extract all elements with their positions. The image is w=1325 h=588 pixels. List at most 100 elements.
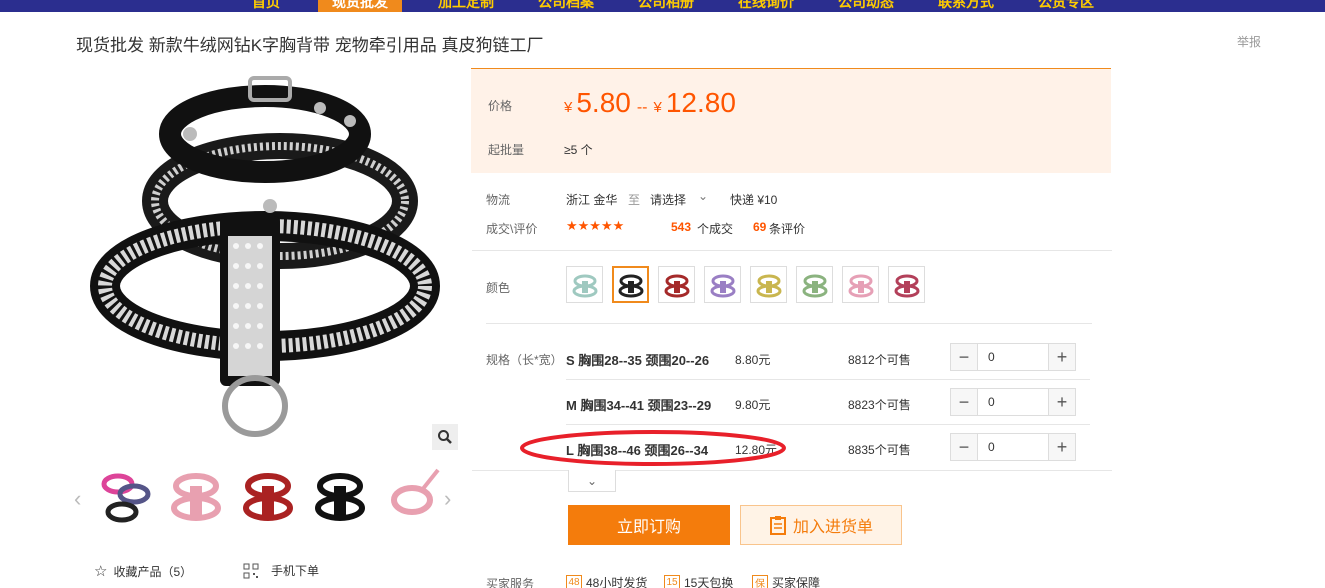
minus-button[interactable]: − [951,344,977,370]
color-label: 颜色 [486,281,511,295]
mobile-label: 手机下单 [271,564,320,578]
review-count-suffix: 条评价 [769,222,806,236]
chevron-down-icon: ⌄ [586,473,598,488]
quantity-stepper: − 0 + [950,388,1076,416]
thumbnail[interactable] [166,464,226,528]
price-high: 12.80 [665,87,736,118]
qr-code-icon [243,563,259,578]
moq-label: 起批量 [488,143,525,157]
divider [566,379,1090,380]
deals-label: 成交\评价 [486,222,538,236]
color-swatch[interactable] [842,266,879,303]
service-text: 48小时发货 [586,576,648,588]
quantity-input[interactable]: 0 [977,344,1049,370]
spec-avail-l: 8835个可售 [848,443,911,457]
divider [566,424,1090,425]
report-link[interactable]: 举报 [1237,33,1261,50]
star-outline-icon: ☆ [94,563,108,580]
collect-button[interactable]: ☆ 收藏产品（5） [94,562,192,580]
thumbnail[interactable] [94,464,154,528]
nav-item-news[interactable]: 公司动态 [838,0,894,12]
services-label: 买家服务 [486,577,535,588]
currency-symbol: ¥ [653,99,662,116]
buy-now-button[interactable]: 立即订购 [568,505,730,545]
add-to-cart-button[interactable]: 加入进货单 [740,505,902,545]
chevron-down-icon[interactable]: ⌄ [698,189,708,203]
service-48h: 48 48小时发货 [566,574,647,588]
nav-item-zone[interactable]: 公货专区 [1038,0,1094,12]
divider [486,323,1092,324]
protection-icon: 保 [752,574,768,588]
price-range: ¥ 5.80 -- ¥ 12.80 [564,87,736,119]
spec-avail-m: 8823个可售 [848,398,911,412]
price-panel: 价格 ¥ 5.80 -- ¥ 12.80 起批量 ≥5 个 [471,68,1111,173]
plus-button[interactable]: + [1049,389,1075,415]
price-low: 5.80 [576,87,631,118]
ship-48h-icon: 48 [566,574,582,588]
thumbnail-strip: ‹ › [72,464,462,534]
mobile-order-button[interactable]: 手机下单 [243,562,319,579]
color-swatch[interactable] [612,266,649,303]
destination-select[interactable]: 请选择 [650,191,686,208]
plus-button[interactable]: + [1049,344,1075,370]
nav-item-profile[interactable]: 公司档案 [538,0,594,12]
plus-button[interactable]: + [1049,434,1075,460]
logistics-to: 至 [628,193,641,207]
top-nav: 首页 现货批发 加工定制 公司档案 公司相册 在线询价 公司动态 联系方式 公货… [0,0,1325,12]
logistics-origin: 浙江 金华 [566,193,618,207]
nav-item-custom[interactable]: 加工定制 [438,0,494,12]
expand-specs-button[interactable]: ⌄ [568,470,616,492]
minus-button[interactable]: − [951,389,977,415]
divider [472,250,1112,251]
minus-button[interactable]: − [951,434,977,460]
thumbnail[interactable] [382,464,442,528]
zoom-button[interactable] [432,424,458,450]
service-text: 15天包换 [684,576,734,588]
service-text: 买家保障 [772,576,821,588]
color-swatch[interactable] [888,266,925,303]
nav-item-wholesale[interactable]: 现货批发 [318,0,402,12]
color-swatch[interactable] [750,266,787,303]
logistics-label: 物流 [486,193,511,207]
color-swatch[interactable] [704,266,741,303]
color-swatch[interactable] [566,266,603,303]
deal-count[interactable]: 543 [671,220,691,234]
chevron-left-icon[interactable]: ‹ [74,486,81,512]
service-exchange: 15 15天包换 [664,574,733,588]
service-protection: 保 买家保障 [752,574,820,588]
currency-symbol: ¥ [564,99,573,116]
thumbnail[interactable] [238,464,298,528]
price-label: 价格 [488,99,513,113]
spec-label: 规格（长*宽） [486,353,563,367]
quantity-stepper: − 0 + [950,343,1076,371]
spec-price-s: 8.80元 [735,353,771,367]
spec-price-m: 9.80元 [735,398,771,412]
deal-count-suffix: 个成交 [697,222,734,236]
nav-item-home[interactable]: 首页 [252,0,280,12]
quantity-stepper: − 0 + [950,433,1076,461]
add-to-cart-label: 加入进货单 [792,519,873,536]
main-product-image[interactable] [80,66,460,451]
color-swatch[interactable] [796,266,833,303]
quantity-input[interactable]: 0 [977,434,1049,460]
thumbnail[interactable] [310,464,370,528]
annotation-ellipse [520,430,786,466]
clipboard-icon [769,516,786,535]
nav-item-contact[interactable]: 联系方式 [938,0,994,12]
spec-name-m: M 胸围34--41 颈围23--29 [566,398,712,413]
collect-label: 收藏产品（5） [113,564,193,579]
price-separator: -- [636,99,648,116]
spec-avail-s: 8812个可售 [848,353,911,367]
chevron-right-icon[interactable]: › [444,486,451,512]
quantity-input[interactable]: 0 [977,389,1049,415]
nav-item-album[interactable]: 公司相册 [638,0,694,12]
color-swatch[interactable] [658,266,695,303]
product-title: 现货批发 新款牛绒网钻K字胸背带 宠物牵引用品 真皮狗链工厂 [76,36,544,55]
review-count[interactable]: 69 [753,220,766,234]
spec-name-s: S 胸围28--35 颈围20--26 [566,353,710,368]
magnifier-icon [438,430,452,444]
rating-stars: ★★★★★ [566,218,625,233]
nav-item-inquiry[interactable]: 在线询价 [738,0,794,12]
express-fee: 快递 ¥10 [730,193,778,207]
moq-value: ≥5 个 [564,143,593,157]
